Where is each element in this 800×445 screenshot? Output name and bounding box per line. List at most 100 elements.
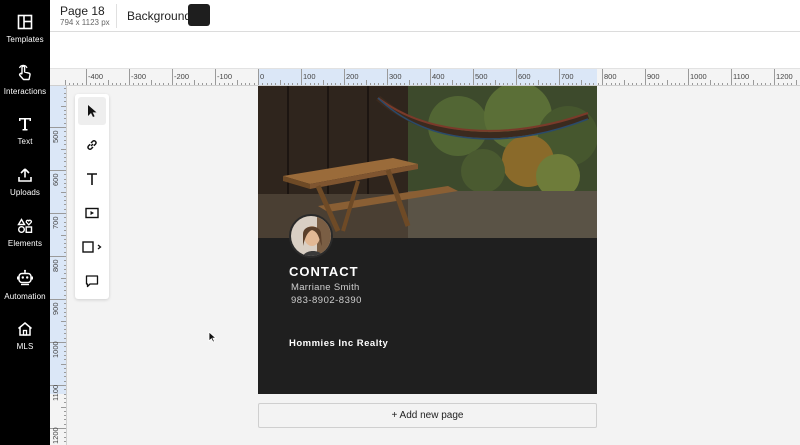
sidebar-item-templates[interactable]: Templates xyxy=(0,14,50,44)
vruler-minor-tick xyxy=(64,419,66,421)
video-tool[interactable] xyxy=(78,199,106,227)
sidebar-item-automation[interactable]: Automation xyxy=(0,269,50,301)
ruler-minor-tick xyxy=(193,80,195,85)
ruler-major-tick xyxy=(430,69,431,85)
vruler-minor-tick xyxy=(64,260,66,262)
sidebar-label-templates: Templates xyxy=(6,35,44,44)
contact-name[interactable]: Marriane Smith xyxy=(291,282,360,293)
ruler-label: 1100 xyxy=(733,72,750,81)
comment-icon xyxy=(85,275,99,288)
sidebar-label-interactions: Interactions xyxy=(3,87,47,96)
sidebar-label-mls: MLS xyxy=(16,342,34,351)
vruler-minor-tick xyxy=(64,359,66,361)
vruler-minor-tick xyxy=(64,268,66,270)
vruler-minor-tick xyxy=(61,320,66,322)
ruler-minor-tick xyxy=(249,83,251,85)
vruler-minor-tick xyxy=(64,324,66,326)
ruler-minor-tick xyxy=(103,83,105,85)
ruler-minor-tick xyxy=(791,83,793,85)
vruler-minor-tick xyxy=(64,415,66,417)
ruler-label: 400 xyxy=(432,72,445,81)
agent-portrait xyxy=(291,216,331,256)
ruler-minor-tick xyxy=(223,83,225,85)
text-tool[interactable] xyxy=(78,165,106,193)
ruler-major-tick xyxy=(688,69,689,85)
ruler-minor-tick xyxy=(73,83,75,85)
vruler-minor-tick xyxy=(64,139,66,141)
vruler-minor-tick xyxy=(64,380,66,382)
vruler-minor-tick xyxy=(64,165,66,167)
ruler-minor-tick xyxy=(227,83,229,85)
ruler-minor-tick xyxy=(709,80,711,85)
agent-avatar[interactable] xyxy=(289,214,333,258)
vruler-minor-tick xyxy=(64,311,66,313)
ruler-minor-tick xyxy=(150,80,152,85)
sidebar-label-elements: Elements xyxy=(7,239,43,248)
vruler-minor-tick xyxy=(64,178,66,180)
vruler-minor-tick xyxy=(64,152,66,154)
select-tool[interactable] xyxy=(78,97,106,125)
vruler-minor-tick xyxy=(64,157,66,159)
link-tool[interactable] xyxy=(78,131,106,159)
horizontal-ruler[interactable]: -400 -300 -200 -100 0 100 200 300 400 500 600 700 80… xyxy=(50,69,800,86)
ruler-minor-tick xyxy=(120,83,122,85)
vruler-minor-tick xyxy=(61,148,66,150)
canvas-page[interactable]: CONTACT Marriane Smith 983-8902-8390 Hom… xyxy=(258,86,597,394)
ruler-minor-tick xyxy=(124,83,126,85)
sidebar-item-mls[interactable]: MLS xyxy=(0,321,50,351)
vruler-minor-tick xyxy=(64,264,66,266)
ruler-label: 200 xyxy=(346,72,359,81)
vruler-minor-tick xyxy=(64,174,66,176)
ruler-minor-tick xyxy=(90,83,92,85)
contact-phone[interactable]: 983-8902-8390 xyxy=(291,295,362,306)
sidebar-item-elements[interactable]: Elements xyxy=(0,218,50,248)
ruler-minor-tick xyxy=(657,83,659,85)
vruler-minor-tick xyxy=(64,182,66,184)
shapes-icon xyxy=(17,218,33,234)
ruler-minor-tick xyxy=(700,83,702,85)
left-sidebar: Templates Interactions Text Uploads Elem… xyxy=(0,0,50,445)
ruler-minor-tick xyxy=(735,83,737,85)
sidebar-label-uploads: Uploads xyxy=(9,188,41,197)
ruler-major-tick xyxy=(86,69,87,85)
ruler-minor-tick xyxy=(116,83,118,85)
sidebar-item-interactions[interactable]: Interactions xyxy=(0,64,50,96)
ruler-label: 700 xyxy=(561,72,574,81)
background-color-swatch[interactable] xyxy=(188,4,210,26)
vruler-minor-tick xyxy=(64,436,66,438)
shape-tool[interactable] xyxy=(78,233,106,261)
ruler-minor-tick xyxy=(232,83,234,85)
add-new-page-button[interactable]: + Add new page xyxy=(258,403,597,428)
vruler-minor-tick xyxy=(64,294,66,296)
vruler-minor-tick xyxy=(64,230,66,232)
vertical-ruler[interactable]: 500 600 700 800 900 1000 1100 1200 xyxy=(50,86,67,445)
ruler-minor-tick xyxy=(614,83,616,85)
vruler-minor-tick xyxy=(61,406,66,408)
comment-tool[interactable] xyxy=(78,267,106,295)
top-bar: Page 18 794 x 1123 px Background xyxy=(50,0,800,32)
sidebar-item-uploads[interactable]: Uploads xyxy=(0,167,50,197)
ruler-minor-tick xyxy=(184,83,186,85)
vruler-major-tick xyxy=(50,256,66,257)
ruler-minor-tick xyxy=(81,83,83,85)
ruler-minor-tick xyxy=(739,83,741,85)
ruler-minor-tick xyxy=(636,83,638,85)
ruler-label: 300 xyxy=(389,72,402,81)
ruler-minor-tick xyxy=(623,80,625,85)
ruler-minor-tick xyxy=(649,83,651,85)
vruler-minor-tick xyxy=(64,333,66,335)
ruler-minor-tick xyxy=(632,83,634,85)
ruler-minor-tick xyxy=(761,83,763,85)
vruler-minor-tick xyxy=(64,96,66,98)
vruler-minor-tick xyxy=(61,234,66,236)
ruler-minor-tick xyxy=(210,83,212,85)
ruler-minor-tick xyxy=(670,83,672,85)
company-name[interactable]: Hommies Inc Realty xyxy=(289,338,388,349)
contact-heading[interactable]: CONTACT xyxy=(289,264,359,279)
sidebar-item-text[interactable]: Text xyxy=(0,116,50,146)
ruler-minor-tick xyxy=(206,83,208,85)
ruler-label: 500 xyxy=(475,72,488,81)
ruler-major-tick xyxy=(344,69,345,85)
vruler-minor-tick xyxy=(64,101,66,103)
ruler-label: 0 xyxy=(260,72,265,81)
